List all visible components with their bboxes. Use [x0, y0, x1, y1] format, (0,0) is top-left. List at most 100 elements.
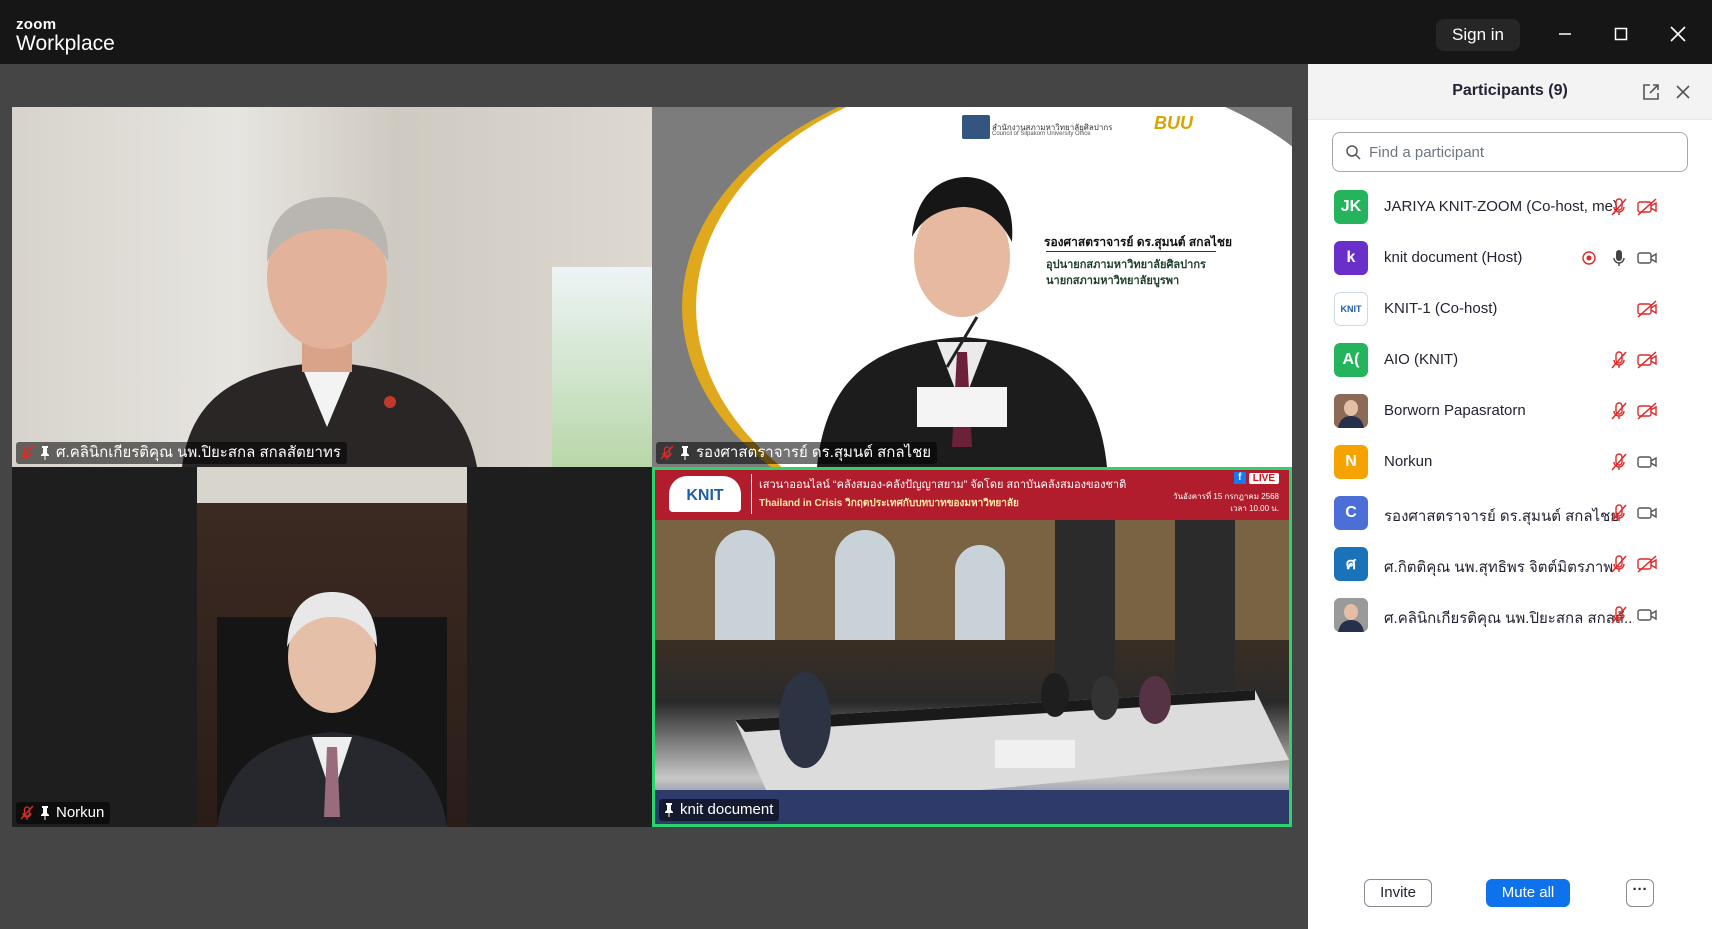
event-banner: KNIT เสวนาออนไลน์ “คลังสมอง-คลังปัญญาสยา…	[655, 470, 1289, 520]
participant-name: AIO (KNIT)	[1384, 351, 1459, 368]
video-off-icon[interactable]	[1636, 196, 1658, 218]
slide-speaker-title: รองศาสตราจารย์ ดร.สุมนต์ สกลไชย	[1044, 235, 1233, 249]
video-gallery: ศ.คลินิกเกียรติคุณ นพ.ปิยะสกล สกลสัตยาทร…	[0, 64, 1308, 929]
active-speaker-tile[interactable]: KNIT เสวนาออนไลน์ “คลังสมอง-คลังปัญญาสยา…	[652, 467, 1292, 827]
participant-avatar: C	[1334, 496, 1368, 530]
background-window	[552, 267, 652, 467]
banner-time: เวลา 10.00 น.	[1230, 504, 1279, 513]
participant-row[interactable]: ศ ศ.กิตติคุณ นพ.สุทธิพร จิตต์มิตรภาพ	[1308, 539, 1712, 590]
participant-name: ศ.คลินิกเกียรติคุณ นพ.ปิยะสกล สกลสัตยาทร	[56, 444, 341, 461]
mic-muted-icon[interactable]	[1608, 553, 1630, 575]
participant-avatar	[1334, 598, 1368, 632]
university-seal-logo	[962, 115, 990, 139]
search-input[interactable]	[1369, 143, 1669, 161]
more-options-button[interactable]: ···	[1626, 879, 1654, 907]
live-badge: f LIVE	[1233, 472, 1279, 484]
video-camera-icon[interactable]	[1636, 247, 1658, 269]
video-off-icon[interactable]	[1636, 400, 1658, 422]
minimize-icon[interactable]	[1551, 20, 1579, 48]
participant-name-label: knit document	[659, 799, 780, 821]
participant-avatar: N	[1334, 445, 1368, 479]
participant-row[interactable]: KNIT KNIT-1 (Co-host)	[1308, 284, 1712, 335]
slide-divider	[1046, 251, 1216, 252]
participant-name: KNIT-1 (Co-host)	[1384, 300, 1498, 317]
mic-muted-icon[interactable]	[1608, 451, 1630, 473]
panel-header: Participants (9)	[1308, 64, 1712, 120]
video-camera-icon[interactable]	[1636, 451, 1658, 473]
search-icon	[1346, 145, 1361, 160]
mic-muted-icon[interactable]	[1608, 604, 1630, 626]
sign-in-button[interactable]: Sign in	[1436, 19, 1520, 51]
recording-icon	[1578, 247, 1600, 269]
participant-avatar: k	[1334, 241, 1368, 275]
pin-icon	[681, 446, 689, 460]
close-window-icon[interactable]	[1664, 20, 1692, 48]
pin-icon	[665, 803, 673, 817]
mic-muted-icon[interactable]	[1608, 400, 1630, 422]
video-off-icon[interactable]	[1636, 349, 1658, 371]
slide-org-name-en: Council of Silpakorn University Office	[992, 131, 1091, 137]
participant-row[interactable]: ศ.คลินิกเกียรติคุณ นพ.ปิยะสกล สกลสั...	[1308, 590, 1712, 641]
slide-position-2: นายกสภามหาวิทยาลัยบูรพา	[1046, 275, 1180, 287]
participant-row[interactable]: C รองศาสตราจารย์ ดร.สุมนต์ สกลไชย	[1308, 488, 1712, 539]
logo-zoom-text: zoom	[16, 16, 57, 33]
participant-row[interactable]: JK JARIYA KNIT-ZOOM (Co-host, me)	[1308, 182, 1712, 233]
participant-name: รองศาสตราจารย์ ดร.สุมนต์ สกลไชย	[1384, 508, 1620, 525]
video-camera-icon[interactable]	[1636, 502, 1658, 524]
video-off-icon[interactable]	[1636, 553, 1658, 575]
participant-video	[197, 467, 467, 827]
participant-row[interactable]: Borworn Papasratorn	[1308, 386, 1712, 437]
participant-row[interactable]: k knit document (Host)	[1308, 233, 1712, 284]
participant-name: ศ.กิตติคุณ นพ.สุทธิพร จิตต์มิตรภาพ	[1384, 559, 1614, 576]
participant-search[interactable]	[1332, 132, 1688, 172]
participant-avatar: A(	[1334, 343, 1368, 377]
mic-muted-icon	[660, 445, 674, 460]
participant-avatar: KNIT	[1334, 292, 1368, 326]
participant-name-label: รองศาสตราจารย์ ดร.สุมนต์ สกลไชย	[656, 442, 938, 464]
participant-name: รองศาสตราจารย์ ดร.สุมนต์ สกลไชย	[696, 444, 932, 461]
participant-name: Norkun	[56, 804, 105, 821]
participant-avatar	[1334, 394, 1368, 428]
participant-name: knit document (Host)	[1384, 249, 1523, 266]
mic-muted-icon	[20, 805, 34, 820]
mic-muted-icon[interactable]	[1608, 502, 1630, 524]
participant-row[interactable]: N Norkun	[1308, 437, 1712, 488]
mic-muted-icon[interactable]	[1608, 349, 1630, 371]
banner-title: เสวนาออนไลน์ “คลังสมอง-คลังปัญญาสยาม” จั…	[759, 479, 1127, 491]
video-tile[interactable]: Norkun	[12, 467, 652, 827]
participant-avatar: JK	[1334, 190, 1368, 224]
participant-name-label: Norkun	[16, 802, 111, 824]
buu-logo: BUU	[1154, 113, 1193, 133]
banner-divider	[751, 474, 752, 514]
conference-hall-video	[655, 520, 1289, 824]
participant-video	[817, 177, 1107, 467]
video-off-icon[interactable]	[1636, 298, 1658, 320]
live-label: LIVE	[1248, 472, 1279, 484]
participant-name-label: ศ.คลินิกเกียรติคุณ นพ.ปิยะสกล สกลสัตยาทร	[16, 442, 347, 464]
maximize-icon[interactable]	[1607, 20, 1635, 48]
participant-list: JK JARIYA KNIT-ZOOM (Co-host, me) k knit do…	[1308, 182, 1712, 641]
mute-all-button[interactable]: Mute all	[1486, 879, 1570, 907]
zoom-workplace-logo: zoom Workplace	[16, 16, 115, 56]
logo-workplace-text: Workplace	[16, 32, 115, 55]
facebook-icon: f	[1233, 472, 1246, 484]
close-panel-icon[interactable]	[1674, 83, 1692, 101]
pin-icon	[41, 806, 49, 820]
mic-muted-icon	[20, 445, 34, 460]
participant-name: knit document	[680, 801, 774, 818]
pop-out-icon[interactable]	[1641, 82, 1661, 102]
video-tile[interactable]: สำนักงานสภามหาวิทยาลัยศิลปากร Council of…	[652, 107, 1292, 467]
title-bar: zoom Workplace Sign in	[0, 0, 1712, 64]
participant-name: JARIYA KNIT-ZOOM (Co-host, me)	[1384, 198, 1618, 215]
microphone-icon[interactable]	[1608, 247, 1630, 269]
participant-name: Borworn Papasratorn	[1384, 402, 1526, 419]
participant-row[interactable]: A( AIO (KNIT)	[1308, 335, 1712, 386]
invite-button[interactable]: Invite	[1364, 879, 1432, 907]
panel-footer: Invite Mute all ···	[1308, 859, 1712, 929]
participant-video	[182, 197, 477, 467]
video-tile[interactable]: ศ.คลินิกเกียรติคุณ นพ.ปิยะสกล สกลสัตยาทร	[12, 107, 652, 467]
knit-logo: KNIT	[669, 476, 741, 512]
pin-icon	[41, 446, 49, 460]
video-camera-icon[interactable]	[1636, 604, 1658, 626]
mic-muted-icon[interactable]	[1608, 196, 1630, 218]
